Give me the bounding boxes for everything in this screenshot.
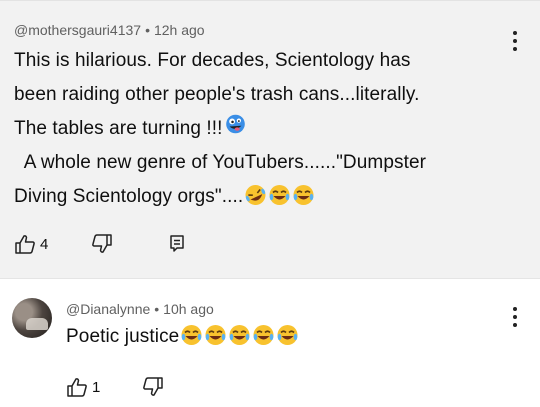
reply-button[interactable] (168, 234, 186, 254)
comment-actions: 4 (14, 234, 186, 254)
comment-author[interactable]: @Dianalynne (66, 301, 150, 317)
more-vertical-icon[interactable] (505, 304, 525, 330)
meta-separator: • (145, 22, 150, 38)
rofl-emoji (244, 184, 267, 206)
comment-time[interactable]: 10h ago (163, 301, 214, 317)
comment-line: Diving Scientology orgs".... (14, 180, 426, 214)
joy-emoji (180, 324, 203, 346)
like-button[interactable]: 4 (14, 234, 48, 254)
meta-separator: • (154, 301, 160, 317)
joy-emoji (204, 324, 227, 346)
zany-face-emoji (224, 113, 250, 139)
dislike-button[interactable] (91, 234, 113, 254)
comment-line: This is hilarious. For decades, Scientol… (14, 50, 411, 71)
like-icon (67, 378, 87, 397)
joy-emoji (292, 184, 315, 206)
like-icon (15, 235, 35, 254)
comment-meta: @Dianalynne • 10h ago (66, 301, 214, 317)
comment-line: A whole new genre of YouTubers......"Dum… (14, 152, 427, 173)
dislike-icon (143, 377, 164, 396)
comment-line: The tables are turning !!! (14, 112, 426, 146)
comment-time[interactable]: 12h ago (154, 22, 205, 38)
joy-emoji (252, 324, 275, 346)
joy-emoji (268, 184, 291, 206)
joy-emoji (276, 324, 299, 346)
dislike-icon (92, 234, 113, 253)
comment-line: been raiding other people's trash cans..… (14, 84, 420, 105)
avatar[interactable] (12, 298, 52, 338)
comment-text: Poetic justice (66, 320, 299, 354)
comment-meta: @mothersgauri4137 • 12h ago (14, 22, 205, 38)
reply-icon (170, 235, 185, 252)
comment-line: Poetic justice (66, 320, 299, 354)
comment-actions: 1 (66, 377, 164, 397)
more-vertical-icon[interactable] (505, 28, 525, 54)
comment-text: This is hilarious. For decades, Scientol… (14, 44, 426, 214)
joy-emoji (228, 324, 251, 346)
comment-author[interactable]: @mothersgauri4137 (14, 22, 141, 38)
like-count: 1 (92, 378, 101, 396)
like-button[interactable]: 1 (66, 377, 100, 397)
dislike-button[interactable] (142, 377, 164, 397)
like-count: 4 (40, 235, 49, 253)
